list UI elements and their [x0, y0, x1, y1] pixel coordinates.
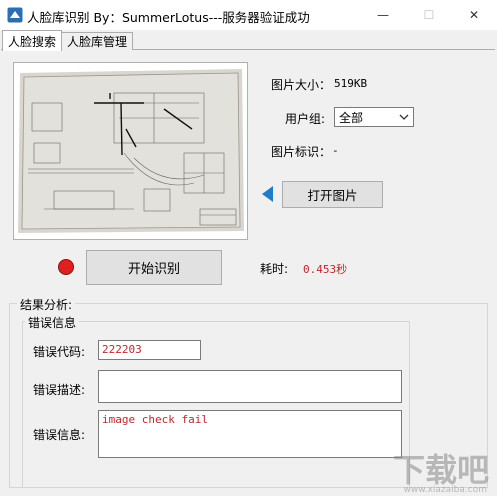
chevron-down-icon: [399, 111, 409, 125]
image-size-value: 519KB: [334, 77, 368, 90]
user-group-selected: 全部: [339, 110, 364, 125]
timing-value: 0.453秒: [303, 263, 348, 276]
image-id-value: -: [332, 144, 339, 157]
minimize-icon: —: [377, 8, 389, 22]
error-desc-label: 错误描述:: [33, 383, 86, 397]
maximize-button[interactable]: ☐: [406, 0, 452, 30]
image-size-label: 图片大小：: [271, 78, 332, 92]
window-title: 人脸库识别 By：SummerLotus---服务器验证成功: [27, 10, 310, 25]
tab-label: 人脸库管理: [66, 35, 127, 49]
tab-face-search[interactable]: 人脸搜索: [2, 30, 62, 51]
tab-label: 人脸搜索: [7, 34, 56, 49]
user-group-label: 用户组:: [285, 112, 326, 126]
tab-face-library[interactable]: 人脸库管理: [61, 32, 133, 50]
error-info-title: 错误信息: [25, 314, 80, 331]
open-image-button[interactable]: 打开图片: [282, 181, 383, 208]
maximize-icon: ☐: [423, 8, 435, 22]
image-id-label: 图片标识：: [271, 145, 332, 159]
open-image-label: 打开图片: [307, 188, 358, 203]
pointer-triangle-icon: [262, 186, 273, 202]
status-indicator-icon: [58, 259, 74, 275]
close-button[interactable]: ✕: [451, 0, 497, 30]
app-icon: [7, 7, 23, 23]
watermark-url: www.xiazaiba.com: [403, 485, 487, 495]
close-icon: ✕: [468, 8, 480, 22]
error-code-label: 错误代码:: [33, 345, 86, 359]
error-info-label: 错误信息:: [33, 428, 86, 442]
start-recognition-label: 开始识别: [127, 262, 180, 277]
error-desc-field[interactable]: [98, 370, 402, 403]
error-info-field[interactable]: image check fail: [98, 410, 402, 458]
image-preview: [13, 62, 248, 240]
user-group-select[interactable]: 全部: [334, 107, 414, 127]
error-code-field[interactable]: 222203: [98, 340, 201, 360]
blueprint-image: [14, 63, 247, 239]
timing-label: 耗时:: [260, 262, 289, 276]
minimize-button[interactable]: —: [360, 0, 406, 30]
result-analysis-title: 结果分析:: [17, 296, 76, 313]
start-recognition-button[interactable]: 开始识别: [86, 250, 222, 285]
